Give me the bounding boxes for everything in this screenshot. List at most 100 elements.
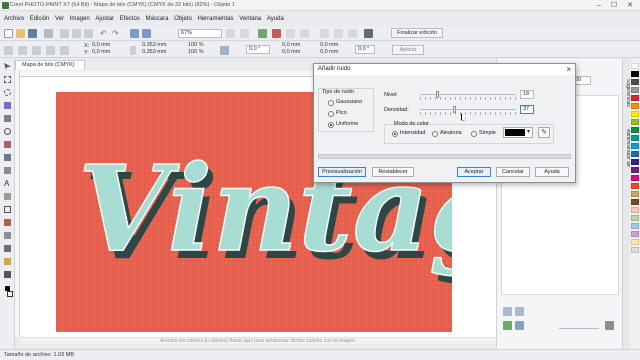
help-button[interactable]: Ayuda (535, 167, 569, 177)
menu-ver[interactable]: Ver (55, 14, 64, 25)
swatch-cream[interactable] (631, 239, 639, 245)
redo-icon[interactable]: ↷ (112, 29, 121, 38)
minimize-button[interactable]: – (593, 1, 605, 10)
transparency-tool-icon[interactable] (4, 271, 11, 278)
color-picker-dropdown[interactable]: ▾ (503, 127, 533, 138)
swatch-orange[interactable] (631, 103, 639, 109)
menu-ventana[interactable]: Ventana (239, 14, 261, 25)
scale-height-field[interactable]: 100 % (186, 49, 214, 57)
rectangle-tool-icon[interactable] (4, 206, 11, 213)
snap-icon[interactable] (364, 29, 373, 38)
document-tab[interactable]: Mapa de bits (CMYK) (15, 60, 85, 70)
swatch-cyan[interactable] (631, 143, 639, 149)
maximize-button[interactable]: ☐ (608, 1, 620, 10)
radio-intensidad[interactable] (392, 131, 398, 137)
rotate-mode-icon[interactable] (18, 46, 27, 55)
swatch-gray-dark[interactable] (631, 79, 639, 85)
preview-button[interactable]: Previsualización (318, 167, 366, 177)
ok-button[interactable]: Aceptar (457, 167, 491, 177)
reset-button[interactable]: Restablecer (372, 167, 414, 177)
menu-edicion[interactable]: Edición (30, 14, 50, 25)
menu-herramientas[interactable]: Herramientas (198, 14, 234, 25)
grid-icon[interactable] (348, 29, 357, 38)
radio-aleatoria[interactable] (432, 131, 438, 137)
mask-icon[interactable] (258, 29, 267, 38)
swatch-magenta[interactable] (631, 175, 639, 181)
horizontal-scrollbar[interactable]: Arrastre los colores (u objetos) hasta a… (20, 337, 496, 344)
text-tool-icon[interactable]: A (4, 180, 11, 188)
zoom-fit-icon[interactable] (226, 29, 235, 38)
paint-tool-icon[interactable] (4, 219, 11, 226)
distort-mode-icon[interactable] (60, 46, 69, 55)
object-props-icon[interactable] (515, 321, 524, 330)
swatch-red-orange[interactable] (631, 183, 639, 189)
center-y-field[interactable]: 0,0 mm (280, 49, 310, 57)
menu-archivo[interactable]: Archivo (4, 14, 24, 25)
pick-tool-icon[interactable] (4, 63, 11, 70)
cancel-button[interactable]: Cancelar (496, 167, 530, 177)
radio-pico[interactable] (328, 111, 334, 117)
eyedropper-icon[interactable] (4, 141, 11, 148)
swatch-green[interactable] (631, 127, 639, 133)
menu-objeto[interactable]: Objeto (174, 14, 192, 25)
level-slider[interactable] (420, 94, 516, 100)
zoom-level-field[interactable]: 67% (178, 29, 222, 38)
print-icon[interactable] (44, 29, 53, 38)
height-field[interactable]: 0,353 mm (140, 49, 176, 57)
menu-imagen[interactable]: Imagen (70, 14, 90, 25)
line-tool-icon[interactable] (4, 193, 11, 200)
paste-icon[interactable] (84, 29, 93, 38)
swatch-lavender[interactable] (631, 231, 639, 237)
eraser-icon[interactable] (4, 245, 11, 252)
close-window-button[interactable]: ✕ (624, 1, 636, 10)
new-file-icon[interactable] (4, 29, 13, 38)
y-position-field[interactable]: 0,0 mm (90, 49, 120, 57)
open-folder-icon[interactable] (16, 29, 25, 38)
fill-tool-icon[interactable] (4, 258, 11, 265)
level-input[interactable]: 18 (520, 90, 534, 99)
copy-icon[interactable] (72, 29, 81, 38)
skew-angle-field[interactable]: 0,0 ° (355, 45, 375, 54)
scale-mode-icon[interactable] (32, 46, 41, 55)
swatch-red[interactable] (631, 95, 639, 101)
undo-icon[interactable]: ↶ (100, 29, 109, 38)
lock-ratio-icon[interactable] (220, 46, 229, 55)
zoom-100-icon[interactable] (240, 29, 249, 38)
density-slider-thumb[interactable] (453, 106, 456, 113)
swatch-brown[interactable] (631, 199, 639, 205)
cut-icon[interactable] (60, 29, 69, 38)
options-icon[interactable] (320, 29, 329, 38)
eyedropper-button-icon[interactable]: ✎ (538, 127, 550, 138)
radio-uniforme[interactable] (328, 122, 334, 128)
transform-mode-icon[interactable] (4, 46, 13, 55)
level-slider-thumb[interactable] (436, 91, 439, 98)
swatch-sky[interactable] (631, 223, 639, 229)
mask-overlay-icon[interactable] (272, 29, 281, 38)
background-color-swatch[interactable] (7, 291, 13, 297)
skew-mode-icon[interactable] (46, 46, 55, 55)
skew-v-field[interactable]: 0,0 mm (318, 49, 348, 57)
magic-wand-icon[interactable] (4, 102, 11, 109)
import-icon[interactable] (130, 29, 139, 38)
menu-efectos[interactable]: Efectos (120, 14, 140, 25)
apply-button[interactable]: Aplicar (392, 45, 424, 55)
swatch-yellow[interactable] (631, 111, 639, 117)
create-mask-icon[interactable] (503, 321, 512, 330)
swatch-blue[interactable] (631, 151, 639, 157)
opacity-slider[interactable] (559, 328, 599, 334)
swatch-teal[interactable] (631, 135, 639, 141)
new-object-icon[interactable] (503, 307, 512, 316)
swatch-white[interactable] (631, 63, 639, 69)
rectangle-mask-icon[interactable] (4, 76, 11, 83)
swatch-gray[interactable] (631, 87, 639, 93)
finalize-edit-button[interactable]: Finalizar edición (391, 28, 443, 38)
delete-object-icon[interactable] (605, 321, 614, 330)
radio-gaussiano[interactable] (328, 100, 334, 106)
export-icon[interactable] (142, 29, 151, 38)
swatch-tan[interactable] (631, 191, 639, 197)
effect-tool-icon[interactable] (4, 232, 11, 239)
menu-mascara[interactable]: Máscara (145, 14, 168, 25)
redeye-icon[interactable] (4, 154, 11, 161)
swatch-peach[interactable] (631, 207, 639, 213)
swatch-purple[interactable] (631, 167, 639, 173)
